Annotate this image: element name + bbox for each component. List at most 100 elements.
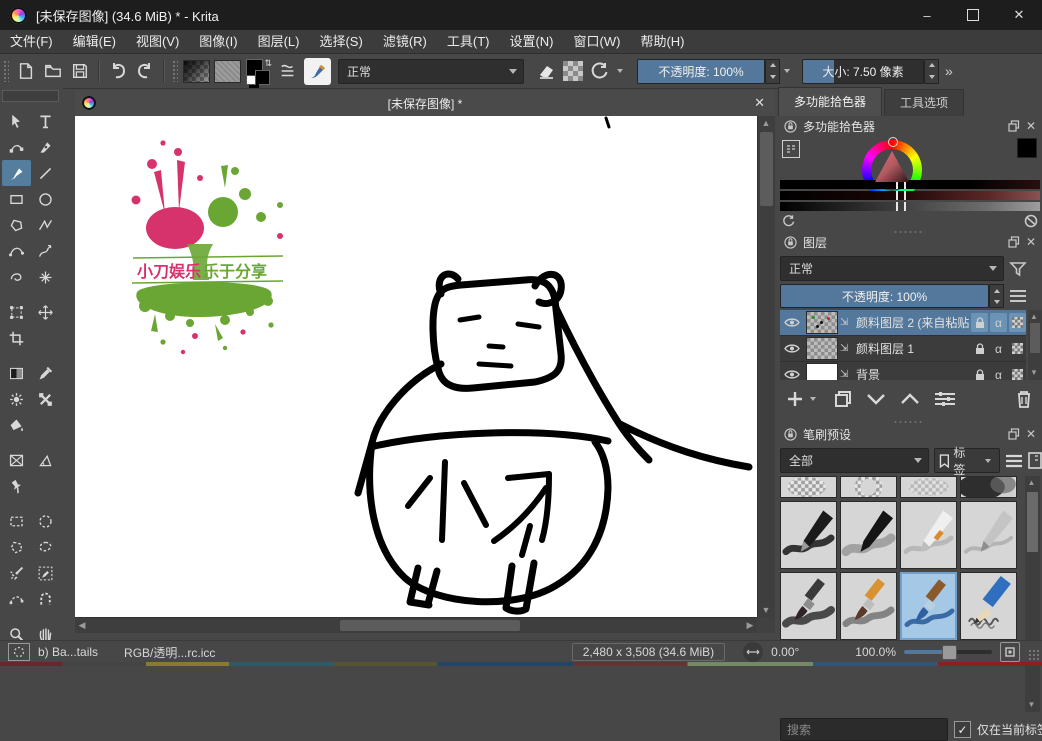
current-brush-name[interactable]: b) Ba...tails — [38, 645, 98, 659]
canvas[interactable]: 小刀娱乐 乐于分享 — [75, 116, 757, 617]
layer-options-icon[interactable] — [1009, 289, 1027, 303]
close-docker-icon[interactable]: ✕ — [1026, 427, 1036, 441]
tool-edit-shapes[interactable] — [2, 134, 31, 160]
layer-properties-button[interactable] — [934, 391, 956, 407]
layer-opacity-spinner[interactable] — [989, 284, 1004, 308]
brush-preset[interactable] — [780, 572, 837, 640]
menu-item-5[interactable]: 选择(S) — [309, 30, 372, 53]
vscroll-thumb[interactable] — [760, 132, 773, 206]
tab-tool-options[interactable]: 工具选项 — [884, 89, 964, 116]
toolbar-overflow-chevron[interactable]: » — [945, 63, 953, 79]
canvas-horizontal-scrollbar[interactable]: ◀ ▶ — [75, 617, 757, 633]
brush-search-input[interactable] — [780, 718, 948, 741]
scroll-down-icon[interactable]: ▼ — [1024, 698, 1039, 712]
tool-calligraphy[interactable] — [31, 134, 60, 160]
tool-freehand-path[interactable] — [31, 238, 60, 264]
clear-history-icon[interactable] — [1024, 214, 1038, 228]
menu-item-10[interactable]: 帮助(H) — [630, 30, 694, 53]
gradient-swatch[interactable] — [183, 60, 210, 83]
brush-preset[interactable] — [960, 501, 1017, 569]
selection-display-mode-button[interactable] — [8, 643, 30, 661]
tool-fill[interactable] — [2, 412, 31, 438]
tool-contiguous-select[interactable] — [2, 560, 31, 586]
zoom-reset-button[interactable] — [1000, 642, 1020, 662]
tool-line[interactable] — [31, 160, 60, 186]
layer-name[interactable]: 背景 — [856, 366, 969, 380]
redo-button[interactable] — [131, 58, 158, 85]
layer-onion-icon[interactable]: ⇲ — [840, 317, 854, 328]
tag-button[interactable]: 标签 — [934, 448, 1000, 473]
duplicate-layer-button[interactable] — [834, 390, 852, 408]
layer-row-2[interactable]: ⇲背景α — [780, 362, 1026, 380]
tool-rect-select[interactable] — [2, 508, 31, 534]
tool-polyline[interactable] — [31, 212, 60, 238]
color-triangle[interactable] — [871, 149, 913, 191]
layer-lock-icon[interactable] — [975, 369, 985, 381]
tool-dynamic-brush[interactable] — [2, 264, 31, 290]
background-color[interactable] — [255, 70, 270, 85]
tool-ellipse-select[interactable] — [31, 508, 60, 534]
toolbox-handle[interactable] — [2, 90, 59, 102]
tool-transform[interactable] — [2, 299, 31, 325]
alpha-lock-badge[interactable]: α — [990, 313, 1007, 332]
opacity-dropdown-icon[interactable] — [784, 69, 790, 73]
layer-blending-dropdown[interactable]: 正常 — [780, 256, 1004, 281]
swap-colors-icon[interactable]: ⇅ — [264, 58, 272, 69]
hue-marker[interactable] — [888, 137, 898, 147]
preserve-alpha-button[interactable] — [559, 58, 586, 85]
layer-lock-badge[interactable] — [971, 313, 988, 332]
reload-preset-button[interactable] — [586, 58, 613, 85]
close-docker-icon[interactable]: ✕ — [1026, 235, 1036, 249]
brush-size-slider[interactable]: 大小: 7.50 像素 — [802, 59, 924, 84]
move-layer-down-button[interactable] — [866, 392, 886, 406]
visibility-eye-icon[interactable] — [784, 317, 800, 328]
tag-filter-dropdown[interactable]: 全部 — [780, 448, 929, 473]
inherit-alpha-badge[interactable] — [1009, 313, 1026, 332]
value-bar[interactable] — [780, 202, 1040, 211]
layer-thumbnail[interactable] — [806, 337, 838, 360]
layer-lock-badge[interactable] — [971, 339, 988, 358]
open-document-button[interactable] — [39, 58, 66, 85]
brush-preset[interactable] — [780, 476, 837, 498]
brush-preset[interactable] — [900, 572, 957, 640]
lock-icon[interactable] — [784, 236, 797, 249]
scroll-left-icon[interactable]: ◀ — [75, 618, 89, 632]
tool-magnetic-select[interactable] — [31, 586, 60, 612]
hscroll-thumb[interactable] — [340, 620, 520, 631]
add-layer-button[interactable] — [786, 390, 820, 408]
menu-item-4[interactable]: 图层(L) — [248, 30, 310, 53]
brush-preset[interactable] — [840, 476, 897, 498]
eraser-mode-button[interactable] — [532, 58, 559, 85]
brush-preset[interactable] — [900, 476, 957, 498]
alpha-lock-badge[interactable]: α — [990, 339, 1007, 358]
tool-multibrush[interactable] — [31, 264, 60, 290]
foreground-background-colors[interactable]: ⇅ — [245, 58, 272, 85]
tool-freehand-brush[interactable] — [2, 160, 31, 186]
layer-filter-icon[interactable] — [1008, 259, 1028, 279]
layer-opacity-slider[interactable]: 不透明度: 100% — [780, 284, 989, 308]
search-in-tag-checkbox[interactable]: ✓ — [954, 721, 971, 738]
zoom-slider-knob[interactable] — [942, 645, 957, 660]
menu-item-1[interactable]: 编辑(E) — [63, 30, 126, 53]
float-docker-icon[interactable] — [1008, 428, 1020, 440]
tool-smart-patch[interactable] — [31, 386, 60, 412]
zoom-slider[interactable] — [904, 650, 992, 654]
choose-workspace-button[interactable] — [274, 58, 301, 85]
scroll-down-icon[interactable]: ▼ — [758, 603, 774, 617]
tool-rectangle[interactable] — [2, 186, 31, 212]
move-layer-up-button[interactable] — [900, 392, 920, 406]
window-resize-grip[interactable] — [1028, 649, 1040, 661]
lock-icon[interactable] — [784, 428, 797, 441]
brush-scratchpad-icon[interactable] — [1028, 452, 1042, 469]
layer-lock-icon[interactable] — [975, 343, 985, 355]
tool-freehand-select[interactable] — [31, 534, 60, 560]
layer-onion-icon[interactable]: ⇲ — [840, 369, 854, 380]
layer-row-0[interactable]: ⇲颜料图层 2 (来自粘贴)α — [780, 310, 1026, 336]
layer-onion-icon[interactable]: ⇲ — [840, 343, 854, 354]
saturation-bar[interactable] — [780, 191, 1040, 200]
tool-color-sampler[interactable] — [31, 360, 60, 386]
menu-item-0[interactable]: 文件(F) — [0, 30, 63, 53]
close-button[interactable]: ✕ — [996, 0, 1042, 30]
minimize-button[interactable]: – — [904, 0, 950, 30]
layer-lock-icon[interactable] — [975, 317, 985, 329]
